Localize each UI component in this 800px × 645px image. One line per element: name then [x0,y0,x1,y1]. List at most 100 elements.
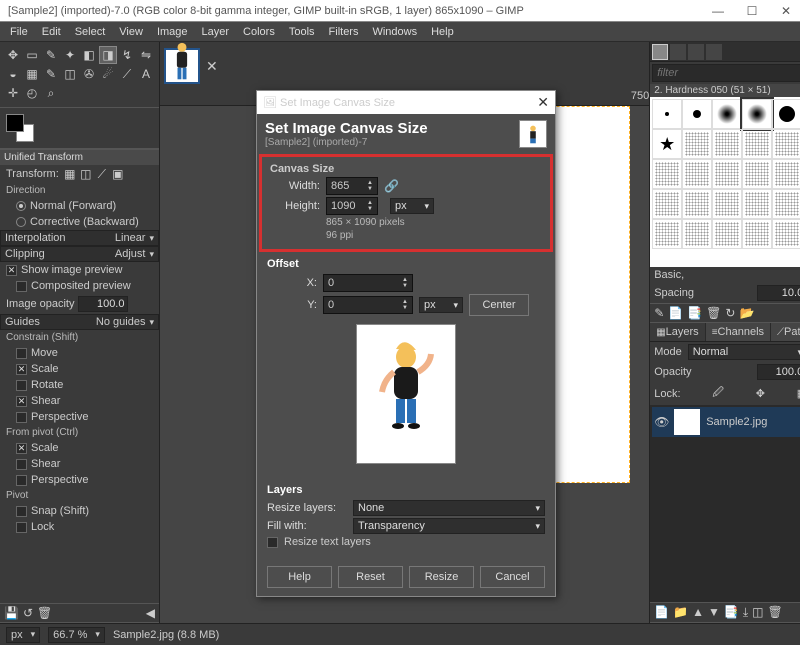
tool-warp[interactable]: ↯ [118,46,136,64]
unit-dropdown[interactable]: px [6,627,40,643]
chk-shear[interactable] [16,396,27,407]
fill-with-dropdown[interactable]: Transparency [353,518,545,534]
minimize-button[interactable]: — [708,4,728,18]
offset-unit-dropdown[interactable]: px [419,297,463,313]
tool-gradient[interactable]: ▦ [23,65,41,83]
brush-item[interactable] [742,99,772,129]
transform-selection-icon[interactable]: ◫ [79,167,93,181]
color-swatch[interactable] [0,108,159,149]
layer-name[interactable]: Sample2.jpg [706,416,767,428]
new-brush-icon[interactable]: 📄 [668,306,683,320]
tool-fuzzy-select[interactable]: ✦ [61,46,79,64]
brush-item[interactable] [712,189,742,219]
tool-color-picker[interactable]: ✛ [4,84,22,102]
chk-move[interactable] [16,348,27,359]
tool-clone[interactable]: ✇ [80,65,98,83]
new-layer-icon[interactable]: 📄 [654,605,669,620]
menu-help[interactable]: Help [425,24,460,40]
fg-color-swatch[interactable] [6,114,24,132]
menu-layer[interactable]: Layer [196,24,236,40]
menu-filters[interactable]: Filters [323,24,365,40]
tool-measure[interactable]: ◴ [23,84,41,102]
brush-item[interactable] [772,219,800,249]
chk-scale[interactable] [16,364,27,375]
offset-y-input[interactable]: 0▲▼ [323,296,413,314]
chk-rotate[interactable] [16,380,27,391]
transform-image-icon[interactable]: ▣ [111,167,125,181]
tab-layers[interactable]: ▦Layers [650,323,705,341]
reset-button[interactable]: Reset [338,566,403,588]
brushes-tab-icon[interactable] [652,44,668,60]
chk-lock[interactable] [16,522,27,533]
merge-down-icon[interactable]: ⤓ [743,605,748,620]
chk-composited[interactable] [16,281,27,292]
chk-pivot-shear[interactable] [16,459,27,470]
cancel-button[interactable]: Cancel [480,566,545,588]
menu-colors[interactable]: Colors [237,24,281,40]
brush-item[interactable]: ★ [652,129,682,159]
menu-windows[interactable]: Windows [366,24,423,40]
brush-item[interactable] [682,159,712,189]
duplicate-brush-icon[interactable]: 📑 [687,306,702,320]
tab-paths[interactable]: ⟋Paths [771,323,800,341]
brush-item[interactable] [682,99,712,129]
guides-dropdown[interactable]: Guides No guides [0,314,159,330]
layer-thumbnail[interactable] [674,409,700,435]
brush-item[interactable] [742,189,772,219]
tool-flip[interactable]: ⇋ [137,46,155,64]
menu-view[interactable]: View [113,24,149,40]
width-input[interactable]: 865▲▼ [326,177,378,195]
clipping-dropdown[interactable]: Clipping Adjust [0,246,159,262]
interpolation-dropdown[interactable]: Interpolation Linear [0,230,159,246]
tool-pencil[interactable]: ✎ [42,65,60,83]
chk-snap[interactable] [16,506,27,517]
transform-layer-icon[interactable]: ▦ [63,167,77,181]
brush-item[interactable] [682,189,712,219]
delete-layer-icon[interactable]: 🗑 [768,605,783,620]
tool-eraser[interactable]: ◫ [61,65,79,83]
brush-item[interactable] [742,219,772,249]
brush-item[interactable] [652,219,682,249]
chk-resize-text[interactable] [267,537,278,548]
brush-item[interactable] [652,99,682,129]
history-tab-icon[interactable] [706,44,722,60]
menu-select[interactable]: Select [69,24,112,40]
reset-options-icon[interactable]: ◀ [146,606,155,620]
radio-normal[interactable] [16,201,26,211]
maximize-button[interactable]: ☐ [742,4,762,18]
brush-item[interactable] [652,159,682,189]
restore-options-icon[interactable]: ↺ [23,606,33,620]
image-tab-thumb[interactable] [164,48,200,84]
tab-channels[interactable]: ≡Channels [706,323,771,341]
menu-tools[interactable]: Tools [283,24,321,40]
close-tab-icon[interactable]: ✕ [206,58,218,75]
patterns-tab-icon[interactable] [670,44,686,60]
menu-file[interactable]: File [4,24,34,40]
delete-brush-icon[interactable]: 🗑 [706,306,721,320]
brush-item[interactable] [682,129,712,159]
save-options-icon[interactable]: 💾 [4,606,19,620]
close-button[interactable]: ✕ [776,4,796,18]
brush-item[interactable] [712,159,742,189]
brush-item[interactable] [772,189,800,219]
tool-crop[interactable]: ◧ [80,46,98,64]
brush-item[interactable] [712,99,742,129]
tool-rect-select[interactable]: ▭ [23,46,41,64]
offset-preview[interactable] [356,324,456,464]
layer-opacity-field[interactable]: 100.0 [757,364,800,380]
edit-brush-icon[interactable]: ✎ [654,306,664,320]
brush-filter-input[interactable] [652,64,800,82]
fonts-tab-icon[interactable] [688,44,704,60]
unit-dropdown-dialog[interactable]: px [390,198,434,214]
height-input[interactable]: 1090▲▼ [326,197,378,215]
layer-row[interactable]: 👁 Sample2.jpg [652,407,800,437]
chk-pivot-perspective[interactable] [16,475,27,486]
mode-dropdown[interactable]: Normal [688,344,800,360]
delete-options-icon[interactable]: 🗑 [37,606,52,620]
duplicate-layer-icon[interactable]: 📑 [724,605,739,620]
chk-show-preview[interactable] [6,265,17,276]
tool-free-select[interactable]: ✎ [42,46,60,64]
brush-item[interactable] [742,129,772,159]
spacing-field[interactable]: 10.0 [757,285,800,301]
chk-perspective[interactable] [16,412,27,423]
